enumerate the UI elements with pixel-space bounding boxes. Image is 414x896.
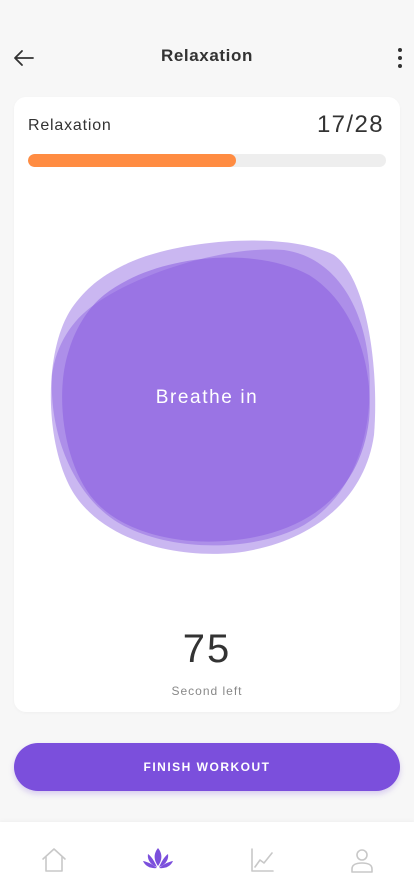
exercise-count: 17/28 — [316, 111, 384, 138]
exercise-card: Relaxation 17/28 Breathe in 75 Second le… — [14, 97, 400, 712]
nav-item-home[interactable] — [38, 844, 70, 876]
home-icon — [42, 848, 66, 872]
more-button[interactable] — [390, 44, 410, 72]
page-title: Relaxation — [161, 46, 253, 65]
lotus-icon — [143, 848, 173, 869]
bottom-nav — [0, 822, 414, 896]
timer-caption: Second left — [171, 684, 243, 698]
breath-instruction: Breathe in — [155, 387, 259, 408]
screen: Relaxation Relaxation 17/28 Breathe in 7… — [0, 0, 414, 896]
exercise-label: Relaxation — [28, 117, 112, 134]
header: Relaxation — [0, 30, 414, 86]
nav-item-meditation[interactable] — [142, 844, 174, 876]
nav-item-stats[interactable] — [246, 844, 278, 876]
progress-bar — [28, 154, 386, 167]
profile-icon — [351, 849, 373, 873]
nav-item-profile[interactable] — [346, 844, 378, 876]
chart-icon — [251, 848, 274, 872]
finish-workout-button[interactable]: FINISH WORKOUT — [14, 743, 400, 791]
more-vertical-icon — [398, 48, 402, 68]
progress-fill — [28, 154, 236, 167]
timer-value: 75 — [182, 627, 232, 671]
